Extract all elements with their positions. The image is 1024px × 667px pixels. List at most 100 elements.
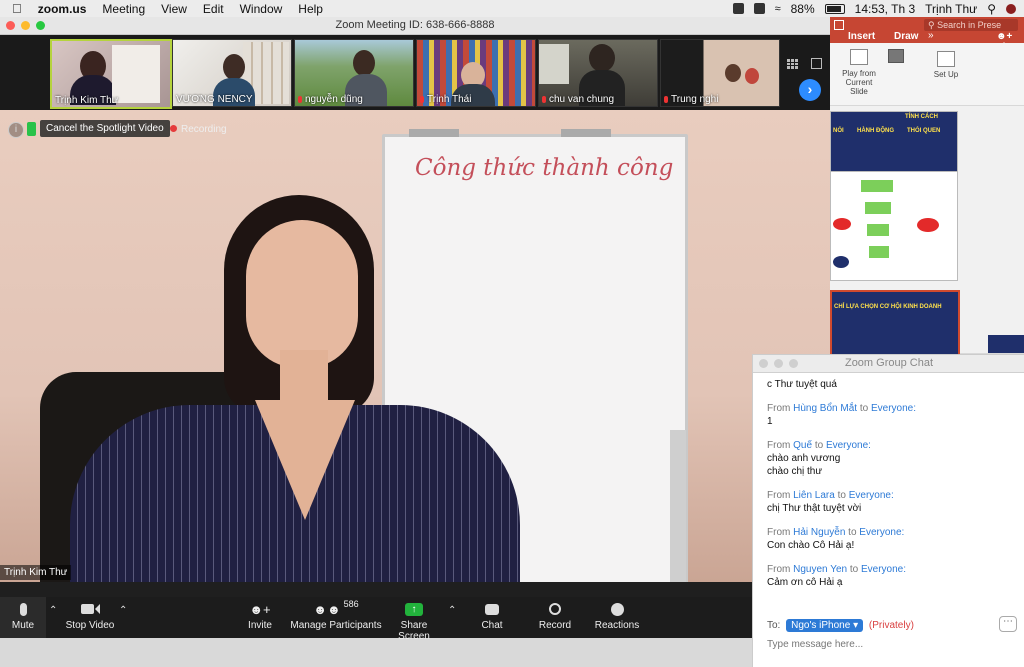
record-button[interactable]: Record bbox=[536, 600, 574, 631]
mute-button[interactable]: Mute bbox=[4, 600, 42, 631]
message-text: chào anh vương bbox=[767, 453, 841, 464]
manage-participants-button[interactable]: ☻☻ 586 Manage Participants bbox=[290, 599, 382, 631]
face bbox=[246, 220, 358, 368]
tab-draw[interactable]: Draw bbox=[894, 31, 918, 42]
diagram-box bbox=[869, 246, 889, 258]
message-recipient: Everyone: bbox=[860, 564, 907, 575]
group-chat-window: Zoom Group Chat c Thư tuyệt quá From Hùn… bbox=[752, 354, 1024, 667]
from-label: From bbox=[767, 490, 791, 501]
muted-mic-icon bbox=[664, 95, 668, 103]
share-screen-label: Share Screen bbox=[398, 620, 430, 642]
video-thumbnail[interactable]: VƯƠNG NENCY bbox=[172, 39, 292, 107]
avatar[interactable] bbox=[1006, 3, 1016, 14]
whiteboard-clip bbox=[561, 129, 611, 137]
slide-thumbnail[interactable] bbox=[830, 171, 958, 281]
menu-help[interactable]: Help bbox=[298, 2, 323, 16]
share-screen-button[interactable]: ↑ Share Screen bbox=[384, 600, 444, 642]
menu-meeting[interactable]: Meeting bbox=[102, 2, 145, 16]
video-thumbnail[interactable]: nguyễn dũng bbox=[294, 39, 414, 107]
diagram-box bbox=[865, 202, 891, 214]
cancel-spotlight-button[interactable]: Cancel the Spotlight Video bbox=[40, 120, 170, 137]
chat-label: Chat bbox=[481, 620, 503, 631]
video-options-chevron-icon[interactable]: ⌃ bbox=[119, 605, 127, 616]
message-sender[interactable]: Hùng Bổn Mắt bbox=[793, 403, 857, 414]
chat-message: From Nguyen Yen to Everyone: Cảm ơn cô H… bbox=[767, 563, 1017, 589]
more-tabs-icon[interactable]: » bbox=[928, 30, 934, 41]
set-up-label: Set Up bbox=[933, 70, 959, 79]
video-thumbnail[interactable]: chu van chung bbox=[538, 39, 658, 107]
participant-name-text: nguyễn dũng bbox=[305, 94, 363, 105]
save-icon[interactable] bbox=[834, 20, 844, 30]
diagram-oval bbox=[833, 256, 849, 268]
keyboard-icon[interactable] bbox=[753, 3, 765, 14]
video-thumbnail[interactable]: Trịnh Kim Thư bbox=[50, 39, 172, 109]
zoom-status-icon[interactable] bbox=[732, 3, 744, 14]
chat-button[interactable]: Chat bbox=[476, 600, 508, 631]
participant-name: Trịnh Thái bbox=[420, 94, 471, 105]
zoom-window-button[interactable] bbox=[36, 21, 45, 30]
ppt-search-input[interactable]: ⚲ Search in Prese bbox=[924, 19, 1018, 31]
add-person-icon: ☻+ bbox=[249, 601, 271, 617]
video-thumbnail[interactable]: Trịnh Thái bbox=[416, 39, 536, 107]
presenter-view-icon[interactable] bbox=[888, 49, 904, 63]
video-thumbnail[interactable]: Trung nghi bbox=[660, 39, 780, 107]
play-from-current-slide-button[interactable]: Play from Current Slide bbox=[836, 49, 882, 96]
muted-mic-icon bbox=[298, 95, 302, 103]
chat-minimize-button[interactable] bbox=[774, 359, 783, 368]
slide-thumbnail[interactable]: TÍNH CÁCH NÓI HÀNH ĐỘNG THÓI QUEN bbox=[830, 111, 958, 173]
chat-zoom-button[interactable] bbox=[789, 359, 798, 368]
stop-video-button[interactable]: Stop Video bbox=[64, 600, 116, 631]
menu-view[interactable]: View bbox=[161, 2, 187, 16]
lock-icon[interactable] bbox=[27, 122, 36, 136]
chat-message: From Quế to Everyone: chào anh vương chà… bbox=[767, 439, 1017, 478]
menu-window[interactable]: Window bbox=[240, 2, 283, 16]
mute-label: Mute bbox=[11, 620, 35, 631]
whiteboard-text: Công thức thành công bbox=[415, 155, 674, 181]
slide-text: THÓI QUEN bbox=[907, 128, 941, 134]
ppt-ribbon: ⚲ Search in Prese Insert Draw » ☻+ Sh bbox=[830, 17, 1024, 53]
next-page-icon[interactable]: › bbox=[799, 79, 821, 101]
invite-button[interactable]: ☻+ Invite bbox=[243, 600, 277, 632]
message-sender[interactable]: Hải Nguyễn bbox=[793, 527, 845, 538]
share-options-chevron-icon[interactable]: ⌃ bbox=[448, 605, 456, 616]
participant-name-text: Trung nghi bbox=[671, 94, 719, 105]
to-prefix: To: bbox=[767, 620, 781, 631]
info-icon[interactable]: i bbox=[8, 122, 24, 138]
from-label: From bbox=[767, 527, 791, 538]
recording-indicator: Recording bbox=[170, 124, 227, 135]
tab-insert[interactable]: Insert bbox=[848, 31, 875, 42]
menu-app-zoom[interactable]: zoom.us bbox=[38, 2, 87, 16]
menu-edit[interactable]: Edit bbox=[203, 2, 224, 16]
chat-close-button[interactable] bbox=[759, 359, 768, 368]
reactions-button[interactable]: Reactions bbox=[594, 600, 640, 631]
fullscreen-icon[interactable] bbox=[811, 58, 822, 69]
participant-name-text: chu van chung bbox=[549, 94, 615, 105]
manage-participants-label: Manage Participants bbox=[290, 620, 382, 631]
muted-mic-icon bbox=[420, 95, 424, 103]
message-sender[interactable]: Nguyen Yen bbox=[793, 564, 847, 575]
clock[interactable]: 14:53, Th 3 bbox=[855, 2, 916, 16]
set-up-button[interactable]: Set Up bbox=[926, 51, 966, 79]
minimize-window-button[interactable] bbox=[21, 21, 30, 30]
message-text: Con chào Cô Hải ạ! bbox=[767, 540, 855, 551]
recipient-select[interactable]: Ngo's iPhone ▾ bbox=[786, 619, 864, 632]
battery-percent[interactable]: 88% bbox=[791, 2, 815, 16]
diagram-oval bbox=[917, 218, 939, 232]
user-name[interactable]: Trịnh Thư bbox=[925, 2, 977, 16]
chat-message-input[interactable]: Type message here... bbox=[767, 639, 1017, 650]
spotlight-search-icon[interactable]: ⚲ bbox=[987, 2, 996, 16]
more-options-icon[interactable]: ⋯ bbox=[999, 616, 1017, 632]
message-sender[interactable]: Quế bbox=[793, 440, 812, 451]
invite-label: Invite bbox=[248, 620, 272, 631]
audio-options-chevron-icon[interactable]: ⌃ bbox=[49, 605, 57, 616]
gallery-view-icon[interactable] bbox=[787, 59, 798, 69]
wifi-icon[interactable]: ≈ bbox=[775, 3, 781, 15]
apple-icon[interactable]:  bbox=[12, 1, 22, 16]
easel-leg bbox=[670, 430, 686, 582]
ppt-toolbar: Play from Current Slide Set Up bbox=[830, 43, 1024, 106]
close-window-button[interactable] bbox=[6, 21, 15, 30]
battery-icon[interactable] bbox=[824, 3, 845, 14]
message-sender[interactable]: Liên Lara bbox=[793, 490, 835, 501]
share-screen-icon: ↑ bbox=[405, 602, 423, 616]
slide-thumbnail-selected[interactable]: CHỈ LỰA CHỌN CƠ HỘI KINH DOANH bbox=[830, 290, 960, 356]
